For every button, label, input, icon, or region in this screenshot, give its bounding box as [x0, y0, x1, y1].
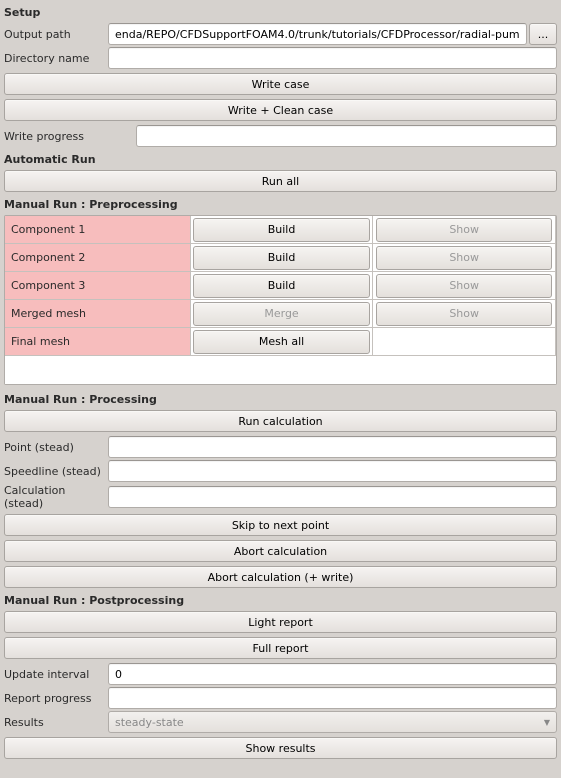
write-progress-label: Write progress — [4, 130, 134, 143]
build-button[interactable]: Build — [193, 274, 369, 298]
show-button[interactable]: Show — [376, 218, 552, 242]
pre-row-name: Component 1 — [5, 216, 191, 244]
pre-row-name: Component 2 — [5, 244, 191, 272]
output-path-label: Output path — [4, 28, 106, 41]
pre-header: Manual Run : Preprocessing — [4, 194, 557, 213]
run-all-button[interactable]: Run all — [4, 170, 557, 192]
results-label: Results — [4, 716, 106, 729]
table-spacer — [5, 356, 556, 384]
report-progress-label: Report progress — [4, 692, 106, 705]
abort-button[interactable]: Abort calculation — [4, 540, 557, 562]
write-case-button[interactable]: Write case — [4, 73, 557, 95]
output-path-input[interactable] — [108, 23, 527, 45]
write-clean-button[interactable]: Write + Clean case — [4, 99, 557, 121]
post-header: Manual Run : Postprocessing — [4, 590, 557, 609]
full-report-button[interactable]: Full report — [4, 637, 557, 659]
show-button[interactable]: Show — [376, 274, 552, 298]
preprocessing-table: Component 1 Build Show Component 2 Build… — [4, 215, 557, 385]
merge-button[interactable]: Merge — [193, 302, 369, 326]
calculation-label: Calculation (stead) — [4, 484, 106, 510]
proc-header: Manual Run : Processing — [4, 389, 557, 408]
write-progress-input[interactable] — [136, 125, 557, 147]
speedline-label: Speedline (stead) — [4, 465, 106, 478]
speedline-input[interactable] — [108, 460, 557, 482]
show-results-button[interactable]: Show results — [4, 737, 557, 759]
browse-button[interactable]: ... — [529, 23, 557, 45]
pre-row-name: Component 3 — [5, 272, 191, 300]
results-select[interactable]: steady-state ▼ — [108, 711, 557, 733]
show-button[interactable]: Show — [376, 246, 552, 270]
update-interval-input[interactable] — [108, 663, 557, 685]
update-interval-label: Update interval — [4, 668, 106, 681]
auto-header: Automatic Run — [4, 149, 557, 168]
chevron-down-icon: ▼ — [544, 718, 550, 727]
mesh-all-button[interactable]: Mesh all — [193, 330, 369, 354]
empty-cell — [373, 328, 556, 356]
run-calculation-button[interactable]: Run calculation — [4, 410, 557, 432]
report-progress-input[interactable] — [108, 687, 557, 709]
skip-button[interactable]: Skip to next point — [4, 514, 557, 536]
build-button[interactable]: Build — [193, 218, 369, 242]
light-report-button[interactable]: Light report — [4, 611, 557, 633]
directory-name-label: Directory name — [4, 52, 106, 65]
pre-row-name: Final mesh — [5, 328, 191, 356]
pre-row-name: Merged mesh — [5, 300, 191, 328]
setup-header: Setup — [4, 2, 557, 21]
point-input[interactable] — [108, 436, 557, 458]
point-label: Point (stead) — [4, 441, 106, 454]
abort-write-button[interactable]: Abort calculation (+ write) — [4, 566, 557, 588]
calculation-input[interactable] — [108, 486, 557, 508]
directory-name-input[interactable] — [108, 47, 557, 69]
build-button[interactable]: Build — [193, 246, 369, 270]
show-button[interactable]: Show — [376, 302, 552, 326]
results-select-value: steady-state — [115, 716, 184, 729]
